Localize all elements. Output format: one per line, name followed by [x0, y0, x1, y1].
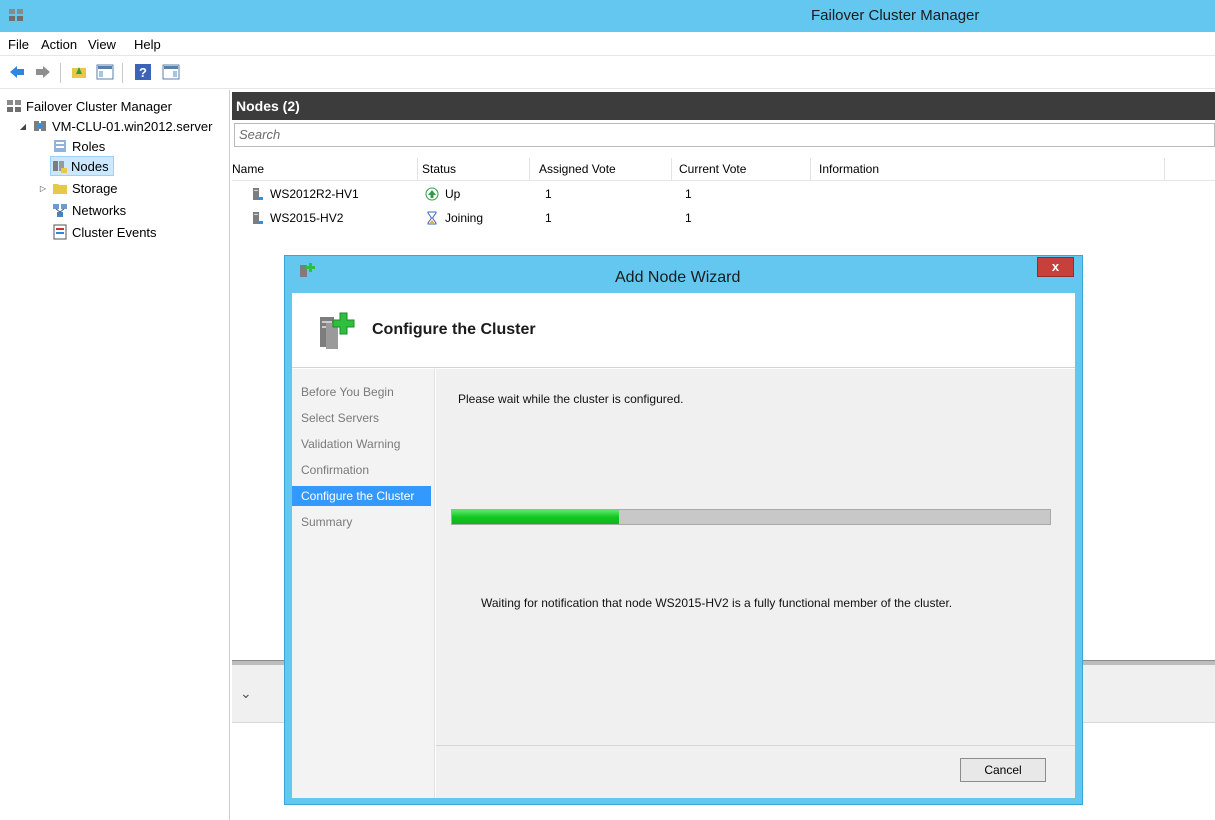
failover-cluster-icon: [7, 100, 21, 112]
expanded-triangle-icon[interactable]: ◢: [18, 122, 28, 131]
up-folder-icon[interactable]: [70, 63, 88, 81]
tree-item-cluster[interactable]: ◢ VM-CLU-01.win2012.server: [18, 116, 212, 136]
folder-icon: [53, 184, 67, 194]
menu-help[interactable]: Help: [134, 37, 161, 52]
svg-text:?: ?: [139, 65, 147, 80]
tree-item-label: Storage: [72, 180, 118, 196]
wizard-step-active: Configure the Cluster: [292, 486, 431, 506]
assigned-vote-cell: 1: [545, 211, 552, 225]
menu-view[interactable]: View: [88, 37, 116, 52]
roles-icon: [54, 140, 66, 152]
show-hide-action-pane-icon[interactable]: [162, 63, 180, 81]
tree-item-label: Failover Cluster Manager: [26, 98, 172, 114]
status-up-icon: [425, 187, 439, 201]
progress-fill: [452, 510, 620, 524]
dialog-body: Configure the Cluster Before You Begin S…: [292, 293, 1075, 798]
wizard-step: Before You Begin: [301, 385, 394, 399]
forward-arrow-icon[interactable]: [34, 63, 52, 81]
help-icon[interactable]: ?: [134, 63, 152, 81]
assigned-vote-cell: 1: [545, 187, 552, 201]
toolbar-separator: [60, 63, 61, 83]
column-header-current-vote[interactable]: Current Vote: [679, 158, 811, 180]
toolbar: ?: [0, 57, 1215, 89]
column-header-assigned-vote[interactable]: Assigned Vote: [539, 158, 672, 180]
wizard-step: Select Servers: [301, 411, 380, 425]
add-node-icon: [300, 263, 315, 277]
node-name-cell: WS2012R2-HV1: [250, 184, 359, 204]
progress-bar: [451, 509, 1051, 525]
wizard-content: Please wait while the cluster is configu…: [436, 369, 1075, 745]
tree-item-storage[interactable]: ▷ Storage: [38, 178, 118, 198]
server-icon: [253, 188, 263, 200]
tree-item-networks[interactable]: Networks: [52, 200, 126, 220]
node-status-cell: Joining: [425, 208, 483, 228]
server-icon: [253, 212, 263, 224]
wizard-step: Confirmation: [301, 463, 370, 477]
tree-item-label: VM-CLU-01.win2012.server: [52, 118, 213, 134]
wizard-step: Summary: [301, 515, 353, 529]
column-header-status[interactable]: Status: [422, 158, 530, 180]
tree-item-label: Networks: [72, 202, 127, 218]
menu-file[interactable]: File: [8, 37, 29, 52]
toolbar-separator: [122, 63, 123, 83]
menu-action[interactable]: Action: [41, 37, 77, 52]
title-bar: Failover Cluster Manager: [0, 0, 1215, 32]
cluster-events-icon: [53, 224, 67, 240]
wizard-footer: Cancel: [436, 745, 1075, 798]
networks-icon: [53, 204, 67, 217]
dialog-title: Add Node Wizard: [615, 269, 741, 286]
current-vote-cell: 1: [685, 187, 692, 201]
wizard-header: Configure the Cluster: [292, 293, 1075, 368]
tree-item-label: Nodes: [71, 158, 109, 174]
status-message: Please wait while the cluster is configu…: [458, 392, 684, 406]
back-arrow-icon[interactable]: [8, 63, 26, 81]
add-node-wizard-dialog: Add Node Wizard x Configure the Cluster …: [284, 255, 1083, 805]
current-vote-cell: 1: [685, 211, 692, 225]
waiting-message: Waiting for notification that node WS201…: [481, 596, 953, 610]
tree-item-label: Cluster Events: [72, 224, 157, 240]
node-status-cell: Up: [425, 184, 460, 204]
cancel-button[interactable]: Cancel: [960, 758, 1046, 782]
close-button[interactable]: x: [1037, 257, 1074, 277]
hourglass-icon: [427, 211, 437, 225]
show-hide-console-tree-icon[interactable]: [96, 63, 114, 81]
pane-title: Nodes (2): [232, 92, 1215, 120]
node-name-cell: WS2015-HV2: [250, 208, 343, 228]
tree-item-roles[interactable]: Roles: [52, 136, 105, 156]
nodes-icon: [53, 161, 67, 173]
cluster-icon: [34, 121, 46, 131]
wizard-step: Validation Warning: [301, 437, 401, 451]
search-input[interactable]: Search: [234, 123, 1215, 147]
collapsed-triangle-icon[interactable]: ▷: [38, 184, 48, 193]
tree-item-cluster-events[interactable]: Cluster Events: [52, 222, 157, 242]
chevron-down-icon[interactable]: ⌄: [240, 685, 252, 702]
console-tree: Failover Cluster Manager ◢ VM-CLU-01.win…: [0, 90, 230, 820]
header-divider: [232, 180, 1215, 181]
tree-item-failover-cluster-manager[interactable]: Failover Cluster Manager: [6, 96, 172, 116]
tree-item-label: Roles: [72, 138, 106, 154]
wizard-heading: Configure the Cluster: [372, 321, 536, 338]
wizard-steps: Before You Begin Select Servers Validati…: [292, 369, 435, 798]
failover-cluster-icon: [9, 9, 23, 21]
column-header-information[interactable]: Information: [819, 158, 1165, 180]
window-title: Failover Cluster Manager: [811, 7, 980, 24]
configure-cluster-icon: [320, 312, 355, 349]
menu-bar: File Action View Help: [0, 32, 1215, 56]
tree-item-nodes[interactable]: Nodes: [50, 156, 114, 176]
column-header-name[interactable]: Name: [232, 158, 418, 180]
